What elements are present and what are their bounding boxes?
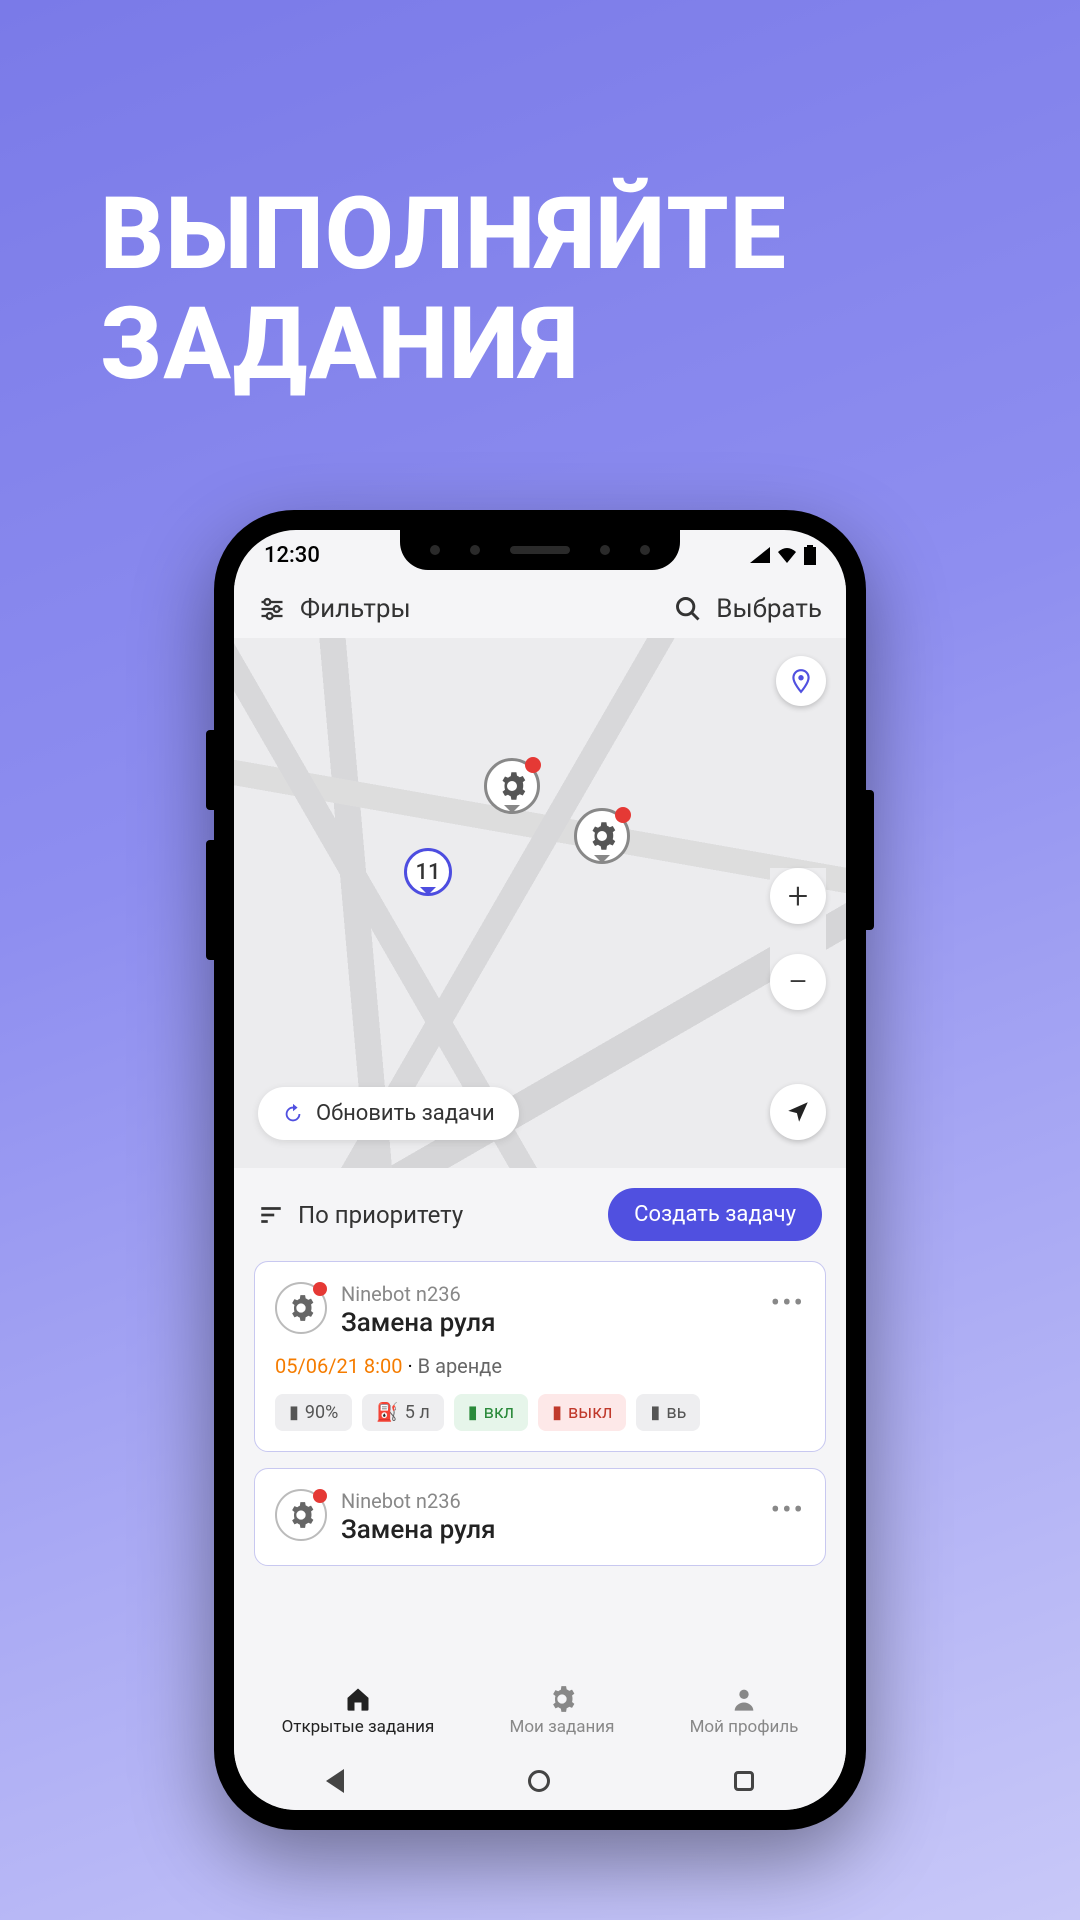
zoom-in-button[interactable]: + bbox=[770, 868, 826, 924]
task-type-icon bbox=[275, 1282, 327, 1334]
filters-button[interactable]: Фильтры bbox=[258, 594, 411, 624]
status-time: 12:30 bbox=[264, 543, 320, 568]
locate-me-button[interactable] bbox=[770, 1084, 826, 1140]
nav-open-tasks[interactable]: Открытые задания bbox=[282, 1685, 435, 1737]
chip-off: ▮выкл bbox=[538, 1394, 626, 1431]
map-cluster-marker[interactable]: 11 bbox=[404, 848, 452, 896]
home-icon bbox=[344, 1685, 372, 1713]
map-pin-icon bbox=[788, 668, 814, 694]
signal-icon bbox=[750, 547, 770, 563]
task-vehicle: Ninebot n236 bbox=[341, 1489, 757, 1513]
chip-fuel: ⛽5 л bbox=[362, 1394, 443, 1431]
phone-frame: 12:30 Фильтры Выбрать bbox=[214, 510, 866, 1830]
battery-icon bbox=[804, 545, 816, 565]
search-icon bbox=[674, 595, 702, 623]
android-back-button[interactable] bbox=[326, 1769, 344, 1793]
battery-icon: ▮ bbox=[289, 1402, 299, 1423]
task-vehicle: Ninebot n236 bbox=[341, 1282, 757, 1306]
nav-my-tasks[interactable]: Мои задания bbox=[510, 1685, 615, 1737]
gear-icon bbox=[497, 771, 527, 801]
location-arrow-icon bbox=[785, 1099, 811, 1125]
task-more-button[interactable]: ••• bbox=[771, 1282, 805, 1319]
gear-icon bbox=[548, 1685, 576, 1713]
fuel-icon: ⛽ bbox=[376, 1402, 398, 1423]
task-date: 05/06/21 8:00 bbox=[275, 1354, 402, 1378]
map[interactable]: 11 + − Обновить задачи bbox=[234, 638, 846, 1168]
android-home-button[interactable] bbox=[528, 1770, 550, 1792]
chip-extra: ▮вь bbox=[636, 1394, 700, 1431]
task-title: Замена руля bbox=[341, 1308, 757, 1338]
select-label: Выбрать bbox=[716, 594, 822, 624]
task-meta: 05/06/21 8:00 · В аренде bbox=[275, 1354, 805, 1378]
task-type-icon bbox=[275, 1489, 327, 1541]
phone-power-button bbox=[866, 790, 874, 930]
battery-icon: ▮ bbox=[468, 1402, 478, 1423]
filters-label: Фильтры bbox=[300, 594, 411, 624]
task-status: В аренде bbox=[418, 1354, 502, 1378]
map-marker-task-2[interactable] bbox=[574, 808, 630, 864]
person-icon bbox=[730, 1685, 758, 1713]
task-chips: ▮90% ⛽5 л ▮вкл ▮выкл ▮вь bbox=[275, 1394, 805, 1431]
create-task-label: Создать задачу bbox=[634, 1202, 796, 1227]
phone-screen: 12:30 Фильтры Выбрать bbox=[234, 530, 846, 1810]
battery-icon: ▮ bbox=[552, 1402, 562, 1423]
bottom-nav: Открытые задания Мои задания Мой профиль bbox=[234, 1662, 846, 1752]
alert-dot-icon bbox=[525, 757, 541, 773]
refresh-icon bbox=[282, 1103, 304, 1125]
nav-label: Открытые задания bbox=[282, 1717, 435, 1737]
create-task-button[interactable]: Создать задачу bbox=[608, 1188, 822, 1241]
phone-notch bbox=[400, 530, 680, 570]
cluster-count: 11 bbox=[415, 860, 440, 885]
zoom-out-button[interactable]: − bbox=[770, 954, 826, 1010]
sort-button[interactable]: По приоритету bbox=[258, 1201, 463, 1229]
chip-on: ▮вкл bbox=[454, 1394, 528, 1431]
alert-dot-icon bbox=[313, 1282, 327, 1296]
gear-icon bbox=[587, 821, 617, 851]
nav-profile[interactable]: Мой профиль bbox=[690, 1685, 799, 1737]
task-card[interactable]: Ninebot n236 Замена руля ••• 05/06/21 8:… bbox=[254, 1261, 826, 1452]
battery-icon: ▮ bbox=[650, 1402, 660, 1423]
hero-title: ВЫПОЛНЯЙТЕ ЗАДАНИЯ bbox=[100, 180, 787, 400]
status-icons bbox=[750, 545, 816, 565]
alert-dot-icon bbox=[313, 1489, 327, 1503]
chip-battery: ▮90% bbox=[275, 1394, 352, 1431]
toolbar: Фильтры Выбрать bbox=[234, 580, 846, 638]
nav-label: Мои задания bbox=[510, 1717, 615, 1737]
refresh-label: Обновить задачи bbox=[316, 1101, 495, 1126]
map-layers-button[interactable] bbox=[776, 656, 826, 706]
task-title: Замена руля bbox=[341, 1515, 757, 1545]
nav-label: Мой профиль bbox=[690, 1717, 799, 1737]
select-button[interactable]: Выбрать bbox=[674, 594, 822, 624]
task-card[interactable]: Ninebot n236 Замена руля ••• bbox=[254, 1468, 826, 1566]
sort-label: По приоритету bbox=[298, 1201, 463, 1229]
map-marker-task-1[interactable] bbox=[484, 758, 540, 814]
wifi-icon bbox=[776, 547, 798, 563]
hero-line2: ЗАДАНИЯ bbox=[100, 290, 787, 400]
alert-dot-icon bbox=[615, 807, 631, 823]
refresh-tasks-button[interactable]: Обновить задачи bbox=[258, 1087, 519, 1140]
filters-icon bbox=[258, 595, 286, 623]
sort-bar: По приоритету Создать задачу bbox=[234, 1168, 846, 1261]
sort-icon bbox=[258, 1202, 284, 1228]
map-zoom-controls: + − bbox=[770, 868, 826, 1040]
task-more-button[interactable]: ••• bbox=[771, 1489, 805, 1526]
hero-line1: ВЫПОЛНЯЙТЕ bbox=[100, 180, 787, 290]
android-nav-bar bbox=[234, 1752, 846, 1810]
android-recent-button[interactable] bbox=[734, 1771, 754, 1791]
